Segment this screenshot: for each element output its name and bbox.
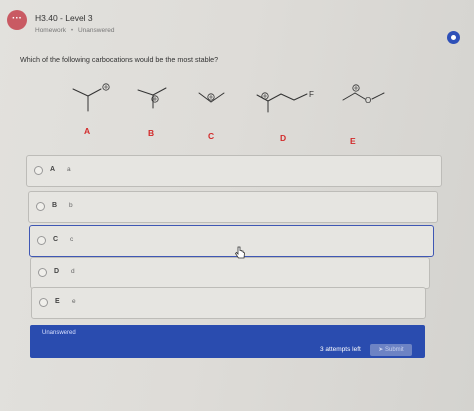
- radio-button[interactable]: [34, 166, 43, 175]
- structure-label-c: C: [208, 131, 215, 141]
- structure-label-a: A: [84, 126, 91, 136]
- oxygen-atom: O: [365, 96, 371, 105]
- radio-button[interactable]: [39, 298, 48, 307]
- option-letter: D: [54, 268, 60, 275]
- submit-button[interactable]: ➤ Submit: [370, 344, 412, 356]
- option-text: b: [69, 202, 73, 209]
- option-letter: E: [55, 298, 60, 305]
- structures-figure: F O: [72, 83, 385, 113]
- answer-option-a[interactable]: A a: [26, 155, 442, 187]
- structure-d: [256, 92, 308, 113]
- structure-b: [137, 87, 167, 109]
- answer-option-c[interactable]: C c: [29, 225, 434, 257]
- structure-label-b: B: [148, 128, 155, 138]
- submit-label: Submit: [385, 347, 404, 353]
- option-text: a: [67, 166, 71, 173]
- radio-button[interactable]: [37, 236, 46, 245]
- structure-c: [198, 92, 225, 103]
- submission-bar: Unanswered 3 attempts left ➤ Submit: [30, 325, 425, 358]
- hand-cursor-icon: [234, 246, 245, 259]
- structure-label-e: E: [350, 136, 356, 146]
- radio-button[interactable]: [36, 202, 45, 211]
- send-icon: ➤: [378, 347, 384, 353]
- answer-status: Unanswered: [42, 330, 76, 336]
- radio-button[interactable]: [38, 268, 47, 277]
- option-text: d: [71, 268, 75, 275]
- structure-e: [342, 84, 385, 101]
- option-letter: A: [50, 166, 56, 173]
- page: ··· H3.40 - Level 3 Homework • Unanswere…: [0, 0, 474, 411]
- answer-option-d[interactable]: D d: [30, 257, 430, 289]
- fluorine-atom: F: [309, 90, 314, 99]
- option-text: e: [72, 298, 76, 305]
- option-letter: C: [53, 236, 59, 243]
- attempts-remaining: 3 attempts left: [320, 346, 361, 353]
- answer-option-b[interactable]: B b: [28, 191, 438, 223]
- answer-option-e[interactable]: E e: [31, 287, 426, 319]
- option-letter: B: [52, 202, 58, 209]
- option-text: c: [70, 236, 74, 243]
- structure-label-d: D: [280, 133, 287, 143]
- structure-a: [72, 83, 110, 112]
